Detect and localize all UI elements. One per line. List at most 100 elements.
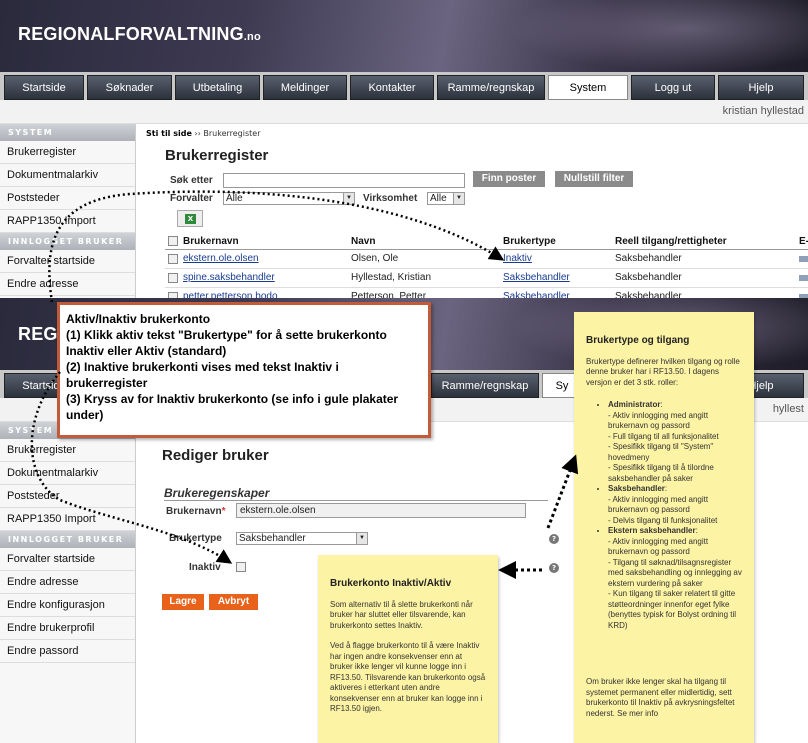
note-type-outro: Om bruker ikke lenger skal ha tilgang ti… [586, 677, 735, 718]
nav-hjelp[interactable]: Hjelp [718, 75, 804, 100]
breadcrumb: Sti til side ›› Brukerregister [146, 129, 261, 138]
arrow-to-type-note [546, 454, 579, 529]
sidebar-item-rapp1350[interactable]: RAPP1350 Import [0, 508, 135, 531]
role-ekstern: Ekstern saksbehandler: - Aktiv innloggin… [608, 526, 742, 631]
sidebar-heading-system: SYSTEM [0, 124, 135, 141]
chevron-down-icon: ▼ [453, 193, 464, 204]
col-email[interactable]: E- [799, 236, 808, 247]
table-header: Brukernavn Navn Brukertype Reell tilgang… [165, 233, 808, 250]
chevron-down-icon: ▼ [343, 193, 354, 204]
sidebar-item-dokumentmalarkiv[interactable]: Dokumentmalarkiv [0, 164, 135, 187]
username-link[interactable]: spine.saksbehandler [183, 272, 275, 283]
note-usertype-access: Brukertype og tilgang Brukertype definer… [574, 312, 754, 743]
sidebar-item-forvalter-startside[interactable]: Forvalter startside [0, 250, 135, 273]
usertype-link[interactable]: Inaktiv [503, 253, 532, 264]
sidebar-item-rapp1350[interactable]: RAPP1350 Import [0, 210, 135, 233]
forvalter-label: Forvalter [170, 193, 213, 204]
nav-kontakter[interactable]: Kontakter [350, 75, 434, 100]
nav-system[interactable]: System [548, 75, 628, 100]
select-all-checkbox[interactable] [168, 236, 178, 246]
nav-logg-ut[interactable]: Logg ut [631, 75, 715, 100]
sidebar-item-endre-adresse[interactable]: Endre adresse [0, 273, 135, 296]
chevron-down-icon: ▼ [356, 533, 367, 544]
sidebar-heading-innlogget: INNLOGGET BRUKER [0, 233, 135, 250]
username-field[interactable]: ekstern.ole.olsen [236, 503, 526, 518]
usertype-select[interactable]: Saksbehandler ▼ [236, 532, 368, 545]
sidebar-item-brukerregister[interactable]: Brukerregister [0, 141, 135, 164]
help-icon[interactable]: ? [549, 534, 559, 544]
nav-soknader[interactable]: Søknader [87, 75, 172, 100]
save-button[interactable]: Lagre [162, 594, 204, 610]
sidebar-item-endre-brukerprofil[interactable]: Endre brukerprofil [0, 617, 135, 640]
col-reell-tilgang[interactable]: Reell tilgang/rettigheter [615, 236, 727, 247]
row-checkbox[interactable] [168, 254, 178, 264]
sidebar-item-brukerregister[interactable]: Brukerregister [0, 439, 135, 462]
sidebar-item-endre-passord[interactable]: Endre passord [0, 640, 135, 663]
excel-icon: X [185, 214, 196, 224]
user-bar: kristian hyllestad [0, 100, 808, 124]
breadcrumb-current: Brukerregister [203, 129, 261, 138]
excel-export-button[interactable]: X [177, 210, 203, 227]
username-link[interactable]: ekstern.ole.olsen [183, 253, 259, 264]
col-brukernavn[interactable]: Brukernavn [183, 236, 239, 247]
usertype-link[interactable]: Saksbehandler [503, 272, 570, 283]
col-brukertype[interactable]: Brukertype [503, 236, 556, 247]
table-row: spine.saksbehandler Hyllestad, Kristian … [165, 269, 808, 288]
note-inactive-title: Brukerkonto Inaktiv/Aktiv [330, 578, 452, 589]
role-saksbehandler: Saksbehandler: - Aktiv innlogging med an… [608, 484, 742, 526]
cancel-button[interactable]: Avbryt [209, 594, 258, 610]
inactive-label: Inaktiv [189, 562, 221, 573]
role-list: Administrator: - Aktiv innlogging med an… [608, 400, 742, 631]
sidebar-item-dokumentmalarkiv[interactable]: Dokumentmalarkiv [0, 462, 135, 485]
breadcrumb-home[interactable]: Sti til side [146, 129, 192, 138]
reset-filter-button[interactable]: Nullstill filter [555, 171, 633, 187]
virksomhet-label: Virksomhet [363, 193, 418, 204]
nav-ramme-regnskap[interactable]: Ramme/regnskap [437, 75, 545, 100]
sidebar-item-endre-konfigurasjon[interactable]: Endre konfigurasjon [0, 594, 135, 617]
forvalter-select[interactable]: Alle ▼ [223, 192, 355, 205]
virksomhet-select[interactable]: Alle ▼ [427, 192, 465, 205]
access-cell: Saksbehandler [615, 272, 682, 283]
search-input[interactable] [223, 173, 465, 188]
sidebar-item-poststeder[interactable]: Poststeder [0, 187, 135, 210]
main-nav: Startside Søknader Utbetaling Meldinger … [0, 72, 808, 100]
sidebar-item-endre-adresse[interactable]: Endre adresse [0, 571, 135, 594]
callout-title: Aktiv/Inaktiv brukerkonto [66, 312, 211, 326]
col-navn[interactable]: Navn [351, 236, 375, 247]
access-cell: Saksbehandler [615, 253, 682, 264]
nav-meldinger[interactable]: Meldinger [263, 75, 347, 100]
row-checkbox[interactable] [168, 273, 178, 283]
sidebar-bottom: SYSTEM Brukerregister Dokumentmalarkiv P… [0, 422, 136, 743]
section-divider [164, 500, 548, 501]
logged-in-user: kristian hyllestad [722, 105, 804, 117]
find-button[interactable]: Finn poster [473, 171, 545, 187]
site-logo[interactable]: REGIONALFORVALTNING.no [18, 24, 261, 45]
nav-utbetaling[interactable]: Utbetaling [175, 75, 260, 100]
page-title: Brukerregister [165, 147, 269, 164]
email-icon[interactable] [799, 256, 808, 262]
search-label: Søk etter [170, 175, 213, 186]
name-cell: Olsen, Ole [351, 253, 399, 264]
usertype-label: Brukertype [169, 533, 222, 544]
help-icon[interactable]: ? [549, 563, 559, 573]
sidebar-item-poststeder[interactable]: Poststeder [0, 485, 135, 508]
nav-startside[interactable]: Startside [4, 75, 84, 100]
instruction-callout: Aktiv/Inaktiv brukerkonto (1) Klikk akti… [57, 302, 431, 438]
username-label: Brukernavn* [166, 506, 226, 517]
sidebar-heading-innlogget: INNLOGGET BRUKER [0, 531, 135, 548]
callout-step-3: (3) Kryss av for Inaktiv brukerkonto (se… [66, 392, 399, 422]
table-row: ekstern.ole.olsen Olsen, Ole Inaktiv Sak… [165, 250, 808, 269]
sidebar-top: SYSTEM Brukerregister Dokumentmalarkiv P… [0, 124, 136, 298]
callout-step-2: (2) Inaktive brukerkonti vises med tekst… [66, 360, 339, 390]
name-cell: Hyllestad, Kristian [351, 272, 432, 283]
sidebar-item-forvalter-startside[interactable]: Forvalter startside [0, 548, 135, 571]
header-banner: REGIONALFORVALTNING.no [0, 0, 808, 72]
nav-ramme-regnskap-2[interactable]: Ramme/regnskap [431, 373, 539, 398]
required-marker: * [221, 506, 226, 517]
email-icon[interactable] [799, 275, 808, 281]
note-inactive-p1: Som alternativ til å slette brukerkonti … [330, 599, 473, 630]
note-type-intro: Brukertype definerer hvilken tilgang og … [586, 356, 740, 387]
inactive-checkbox[interactable] [236, 562, 246, 572]
logged-in-user-2: hyllest [772, 403, 804, 415]
section-title: Brukeregenskaper [164, 486, 270, 500]
